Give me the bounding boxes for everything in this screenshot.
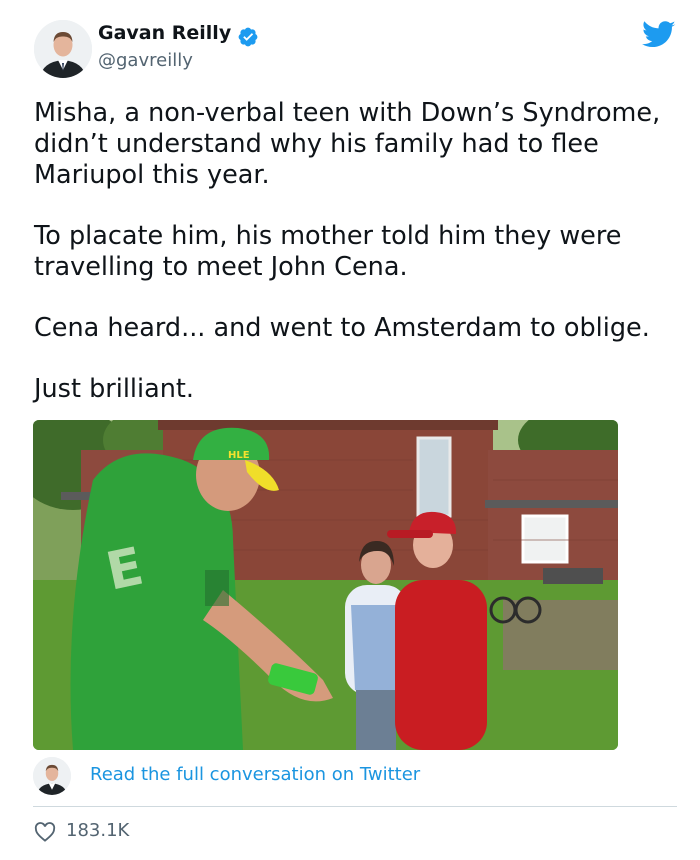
tweet-photo[interactable]: HLE E bbox=[33, 420, 618, 750]
twitter-bird-icon[interactable] bbox=[642, 20, 676, 50]
like-count: 183.1K bbox=[66, 820, 130, 841]
photo-illustration: HLE E bbox=[33, 420, 618, 750]
author-handle[interactable]: @gavreilly bbox=[98, 50, 193, 71]
footer-divider bbox=[33, 806, 677, 807]
cap-logo: HLE bbox=[228, 450, 250, 461]
heart-icon[interactable] bbox=[34, 822, 56, 842]
person-avatar-icon bbox=[33, 757, 71, 795]
tweet-text: Misha, a non-verbal teen with Down’s Syn… bbox=[34, 98, 674, 435]
tweet-paragraph: Misha, a non-verbal teen with Down’s Syn… bbox=[34, 98, 661, 190]
tweet-card: Gavan Reilly @gavreilly Misha, a non-ver… bbox=[0, 0, 700, 860]
verified-badge-icon bbox=[238, 27, 258, 47]
read-conversation-link[interactable]: Read the full conversation on Twitter bbox=[90, 764, 420, 785]
tweet-paragraph: Just brilliant. bbox=[34, 374, 194, 404]
author-name[interactable]: Gavan Reilly bbox=[98, 22, 231, 44]
footer-avatar[interactable] bbox=[33, 757, 71, 795]
tweet-paragraph: Cena heard... and went to Amsterdam to o… bbox=[34, 313, 650, 343]
person-avatar-icon bbox=[34, 20, 92, 78]
tweet-paragraph: To placate him, his mother told him they… bbox=[34, 221, 622, 282]
author-avatar[interactable] bbox=[34, 20, 92, 78]
